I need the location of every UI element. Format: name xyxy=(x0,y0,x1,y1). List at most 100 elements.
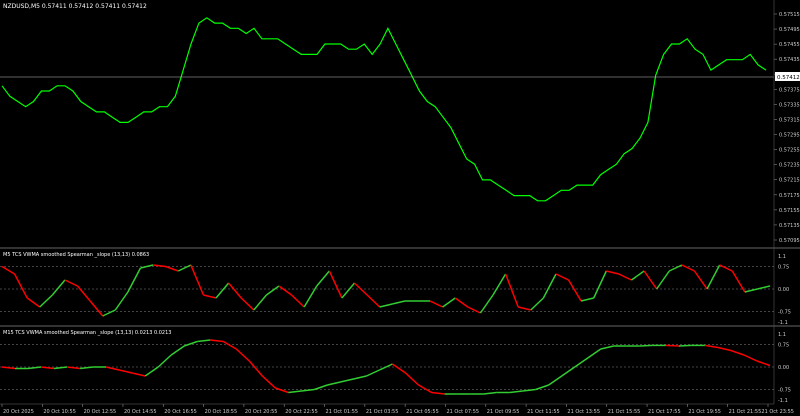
indicator-segment xyxy=(353,375,367,380)
indicator-segment xyxy=(301,388,315,392)
indicator-segment xyxy=(467,306,481,314)
indicator-segment xyxy=(190,264,205,296)
price-tick-label: 0.57175 xyxy=(779,193,800,199)
time-tick-label: 20 Oct 10:55 xyxy=(43,409,76,415)
level-label: 1.1 xyxy=(778,332,786,338)
price-tick-label: 0.57315 xyxy=(779,117,800,123)
m5-indicator-panel[interactable]: M5 TCS VWMA smoothed Spearman _slope (13… xyxy=(0,252,791,326)
price-tick-label: 0.57255 xyxy=(779,148,800,154)
indicator-segment xyxy=(203,294,217,299)
indicator-segment xyxy=(366,369,380,377)
time-tick-label: 21 Oct 23:55 xyxy=(761,409,794,415)
indicator-segment xyxy=(561,366,576,377)
level-label: 1.1 xyxy=(778,254,786,260)
time-tick-label: 21 Oct 03:55 xyxy=(366,409,399,415)
price-tick-label: 0.57495 xyxy=(779,27,800,33)
indicator-segment xyxy=(744,288,758,293)
symbol-title: NZDUSD,M5 0.57411 0.57412 0.57411 0.5741… xyxy=(3,3,147,10)
indicator-segment xyxy=(278,285,293,296)
level-label: 0.75 xyxy=(778,343,789,349)
indicator-segment xyxy=(731,270,746,293)
m5-indicator-series xyxy=(1,264,771,317)
chart-canvas[interactable]: NZDUSD,M5 0.57411 0.57412 0.57411 0.5741… xyxy=(0,0,800,416)
time-tick-label: 21 Oct 21:55 xyxy=(729,409,762,415)
indicator-segment xyxy=(51,279,66,296)
m5-indicator-title: M5 TCS VWMA smoothed Spearman _slope (13… xyxy=(3,252,149,258)
indicator-segment xyxy=(240,297,255,311)
price-tick-label: 0.57235 xyxy=(779,163,800,169)
indicator-segment xyxy=(530,297,544,311)
indicator-segment xyxy=(327,381,341,386)
level-label: 0.75 xyxy=(778,265,789,271)
indicator-segment xyxy=(639,344,653,347)
price-panel[interactable]: NZDUSD,M5 0.57411 0.57412 0.57411 0.5741… xyxy=(0,3,800,244)
time-tick-label: 20 Oct 20:55 xyxy=(245,409,278,415)
indicator-segment xyxy=(418,384,432,394)
price-tick-label: 0.57095 xyxy=(779,238,800,244)
indicator-segment xyxy=(504,273,519,308)
indicator-segment xyxy=(64,279,78,287)
indicator-segment xyxy=(535,384,549,391)
indicator-segment xyxy=(757,285,771,290)
indicator-segment xyxy=(706,264,721,290)
indicator-segment xyxy=(719,264,733,272)
time-tick-label: 21 Oct 15:55 xyxy=(608,409,641,415)
indicator-segment xyxy=(643,270,658,290)
m15-indicator-title: M15 TCS VWMA smoothed Spearman _slope (1… xyxy=(3,330,171,336)
indicator-segment xyxy=(593,270,608,299)
indicator-segment xyxy=(291,294,305,308)
indicator-segment xyxy=(542,273,557,299)
trading-chart-window[interactable]: NZDUSD,M5 0.57411 0.57412 0.57411 0.5741… xyxy=(0,0,800,416)
indicator-segment xyxy=(743,354,758,362)
time-tick-label: 21 Oct 07:55 xyxy=(446,409,479,415)
indicator-segment xyxy=(429,300,443,308)
level-label: -1.1 xyxy=(778,398,788,404)
indicator-segment xyxy=(76,285,91,302)
indicator-segment xyxy=(328,270,343,299)
indicator-segment xyxy=(341,282,356,299)
indicator-segment xyxy=(548,375,563,386)
indicator-segment xyxy=(102,309,116,317)
time-axis: 20 Oct 2025 20 Oct 10:55 20 Oct 12:55 20 Oc… xyxy=(1,404,794,415)
price-tick-label: 0.57435 xyxy=(779,57,800,63)
indicator-segment xyxy=(222,340,237,350)
indicator-segment xyxy=(656,270,670,290)
level-label: 0.00 xyxy=(778,287,789,293)
indicator-segment xyxy=(261,375,276,389)
indicator-segment xyxy=(379,303,393,308)
price-tick-label: 0.57335 xyxy=(779,102,800,108)
indicator-segment xyxy=(80,366,94,370)
indicator-segment xyxy=(454,297,469,308)
price-tick-label: 0.57455 xyxy=(779,42,800,48)
time-tick-label: 20 Oct 14:55 xyxy=(124,409,157,415)
indicator-segment xyxy=(668,264,683,272)
indicator-segment xyxy=(13,273,28,299)
indicator-segment xyxy=(235,348,250,362)
indicator-segment xyxy=(492,273,507,296)
indicator-segment xyxy=(366,294,381,308)
indicator-segment xyxy=(183,340,198,347)
indicator-segment xyxy=(392,300,406,305)
indicator-segment xyxy=(555,273,569,281)
indicator-segment xyxy=(265,285,280,296)
time-tick-label: 20 Oct 22:55 xyxy=(285,409,318,415)
indicator-segment xyxy=(314,384,328,391)
indicator-segment xyxy=(165,265,179,272)
indicator-segment xyxy=(600,345,614,350)
indicator-segment xyxy=(105,366,120,371)
indicator-segment xyxy=(518,306,531,311)
indicator-segment xyxy=(509,390,523,394)
time-tick-label: 21 Oct 05:55 xyxy=(406,409,439,415)
time-tick-label: 21 Oct 13:55 xyxy=(567,409,600,415)
time-tick-label: 21 Oct 01:55 xyxy=(326,409,359,415)
indicator-segment xyxy=(303,285,318,308)
time-tick-label: 21 Oct 19:55 xyxy=(688,409,721,415)
m15-indicator-panel[interactable]: M15 TCS VWMA smoothed Spearman _slope (1… xyxy=(0,330,791,404)
indicator-segment xyxy=(442,297,456,308)
indicator-segment xyxy=(215,282,230,299)
level-label: 0.00 xyxy=(778,365,789,371)
indicator-segment xyxy=(39,294,53,308)
indicator-segment xyxy=(618,273,632,281)
level-label: -1.1 xyxy=(778,320,788,326)
time-tick-label: 20 Oct 16:55 xyxy=(164,409,197,415)
